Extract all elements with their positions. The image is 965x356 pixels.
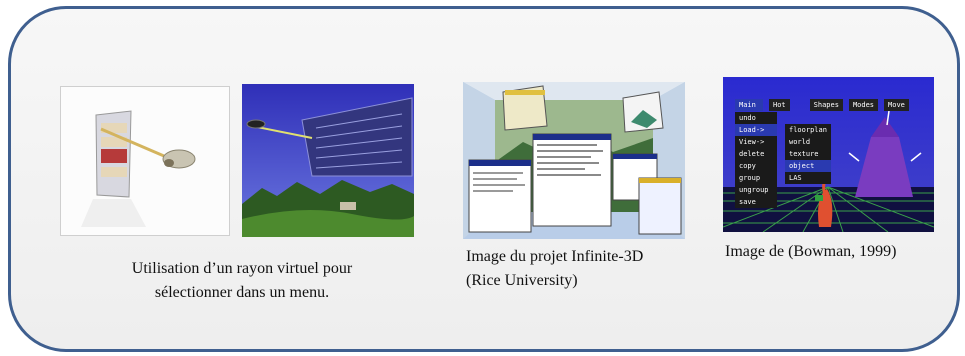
caption-bowman-line1: Image de (Bowman, 1999) bbox=[725, 243, 897, 260]
bowman-menu-modes: Modes bbox=[848, 99, 879, 111]
bowman-menu-move: Move bbox=[884, 99, 909, 111]
bowman-item-copy: copy bbox=[739, 162, 756, 170]
bowman-item-view: View-> bbox=[739, 138, 765, 146]
bowman-left-column: undo Load-> View-> delete copy group ung… bbox=[735, 112, 777, 208]
bowman-item-save: save bbox=[739, 198, 756, 206]
caption-infinite3d-line1: Image du projet Infinite-3D bbox=[466, 248, 644, 265]
bowman-top-bar: Main Hot Shapes Modes Move bbox=[735, 99, 909, 111]
bowman-menu-hot: Hot bbox=[769, 99, 790, 111]
bowman-image: Main Hot Shapes Modes Move undo Load-> V… bbox=[723, 77, 934, 232]
caption-bowman: Image de (Bowman, 1999) bbox=[725, 240, 945, 264]
bowman-item-world: world bbox=[789, 138, 811, 146]
bowman-item-ungroup: ungroup bbox=[739, 186, 769, 194]
bowman-item-texture: texture bbox=[789, 150, 819, 158]
bowman-item-delete: delete bbox=[739, 150, 765, 158]
bowman-item-group: group bbox=[739, 174, 761, 182]
caption-ray-menu: Utilisation d’un rayon virtuel pour séle… bbox=[92, 257, 392, 305]
bowman-menu-main: Main bbox=[735, 99, 763, 111]
bowman-menu-shapes: Shapes bbox=[809, 99, 843, 111]
bowman-item-floorplan: floorplan bbox=[789, 126, 827, 134]
caption-ray-menu-line1: Utilisation d’un rayon virtuel pour bbox=[131, 260, 353, 277]
infinite3d-image bbox=[463, 82, 685, 239]
caption-ray-menu-line2: sélectionner dans un menu. bbox=[154, 284, 330, 301]
bowman-item-undo: undo bbox=[739, 114, 756, 122]
caption-infinite3d-line2: (Rice University) bbox=[466, 272, 578, 289]
ray-menu-landscape-image bbox=[242, 84, 414, 237]
bowman-item-load: Load-> bbox=[735, 124, 777, 136]
ray-menu-white-image bbox=[60, 86, 230, 236]
bowman-right-column: floorplan world texture object LAS bbox=[785, 124, 831, 184]
caption-infinite3d: Image du projet Infinite-3D (Rice Univer… bbox=[466, 245, 706, 293]
bowman-item-las: LAS bbox=[789, 174, 802, 182]
bowman-item-object: object bbox=[785, 160, 831, 172]
